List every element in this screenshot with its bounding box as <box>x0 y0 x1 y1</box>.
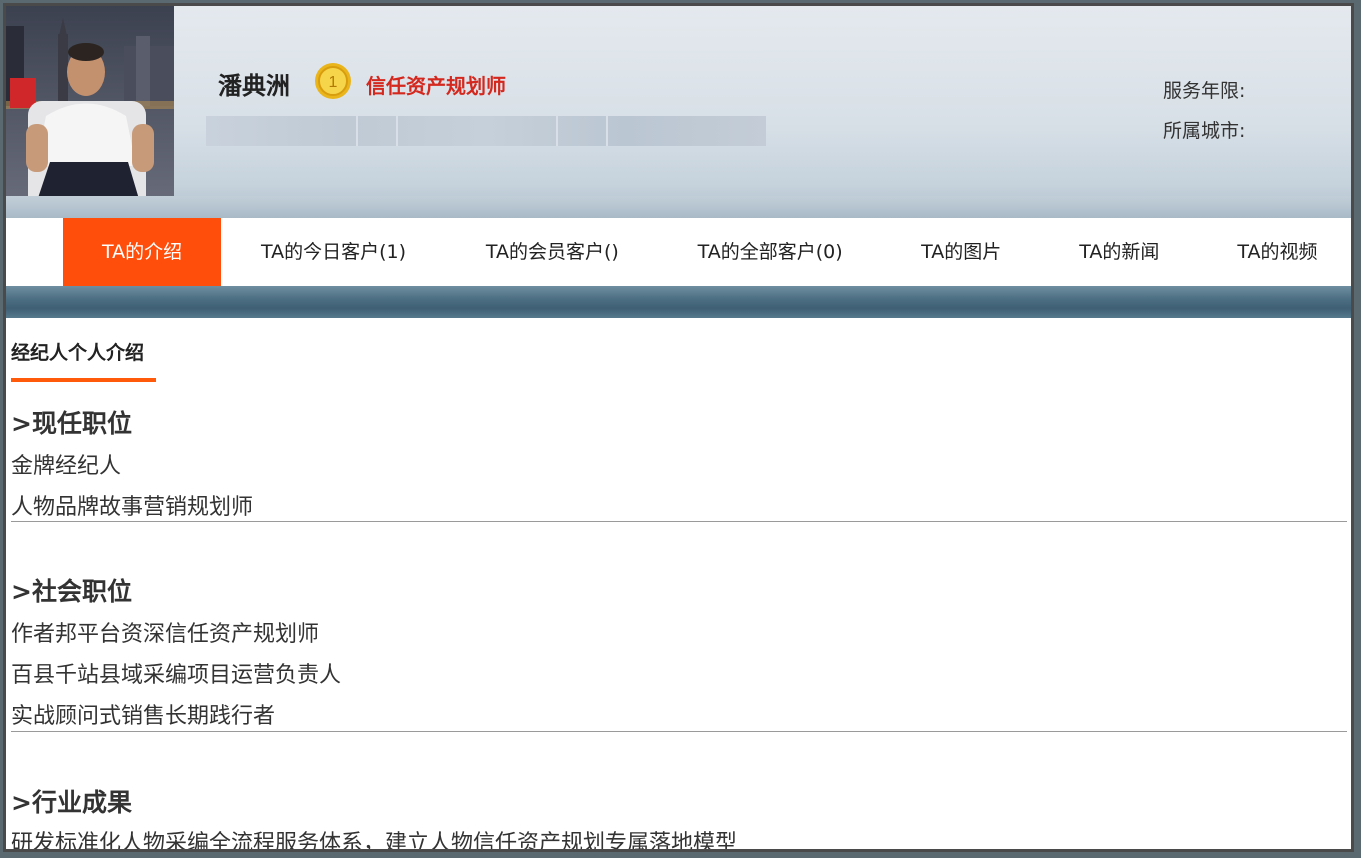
gold-medal-icon: 1 <box>315 63 351 99</box>
list-item: 金牌经纪人 <box>11 454 122 479</box>
banner-strip <box>6 286 1351 318</box>
list-item: 人物品牌故事营销规划师 <box>11 495 254 520</box>
avatar <box>6 6 174 216</box>
section-title-achievements: >行业成果 <box>11 788 132 817</box>
profile-header: 潘典洲 1 信任资产规划师 服务年限: 所属城市: <box>6 6 1351 218</box>
list-item: 作者邦平台资深信任资产规划师 <box>11 622 320 647</box>
city-label: 所属城市: <box>1163 120 1246 142</box>
blurred-info-bar <box>206 116 766 146</box>
medal-number: 1 <box>329 74 338 91</box>
divider <box>11 731 1347 732</box>
tab-videos[interactable]: TA的视频 <box>1198 218 1351 286</box>
tab-news[interactable]: TA的新闻 <box>1041 218 1198 286</box>
list-item: 百县千站县域采编项目运营负责人 <box>11 663 342 688</box>
divider <box>11 521 1347 522</box>
section-title-social-position: >社会职位 <box>11 577 132 606</box>
profile-tabs: TA的介绍 TA的今日客户(1) TA的会员客户() TA的全部客户(0) TA… <box>6 218 1351 286</box>
heading-underline <box>11 378 156 382</box>
tab-today-customers[interactable]: TA的今日客户(1) <box>221 218 446 286</box>
tab-member-customers[interactable]: TA的会员客户() <box>446 218 659 286</box>
tab-intro[interactable]: TA的介绍 <box>63 218 222 286</box>
list-item: 实战顾问式销售长期践行者 <box>11 704 276 729</box>
intro-heading: 经纪人个人介绍 <box>11 342 145 364</box>
avatar-photo-icon <box>6 6 174 216</box>
intro-content: 经纪人个人介绍 >现任职位 金牌经纪人 人物品牌故事营销规划师 >社会职位 作者… <box>6 318 1351 852</box>
list-item: 研发标准化人物采编全流程服务体系，建立人物信任资产规划专属落地模型 <box>11 831 738 852</box>
tab-all-customers[interactable]: TA的全部客户(0) <box>659 218 882 286</box>
section-title-current-position: >现任职位 <box>11 409 132 438</box>
service-years-label: 服务年限: <box>1163 80 1246 102</box>
agent-title: 信任资产规划师 <box>366 74 506 98</box>
agent-name: 潘典洲 <box>218 72 290 100</box>
tab-pictures[interactable]: TA的图片 <box>882 218 1041 286</box>
page-frame: 潘典洲 1 信任资产规划师 服务年限: 所属城市: TA的介绍 TA的今日客户(… <box>3 3 1354 852</box>
